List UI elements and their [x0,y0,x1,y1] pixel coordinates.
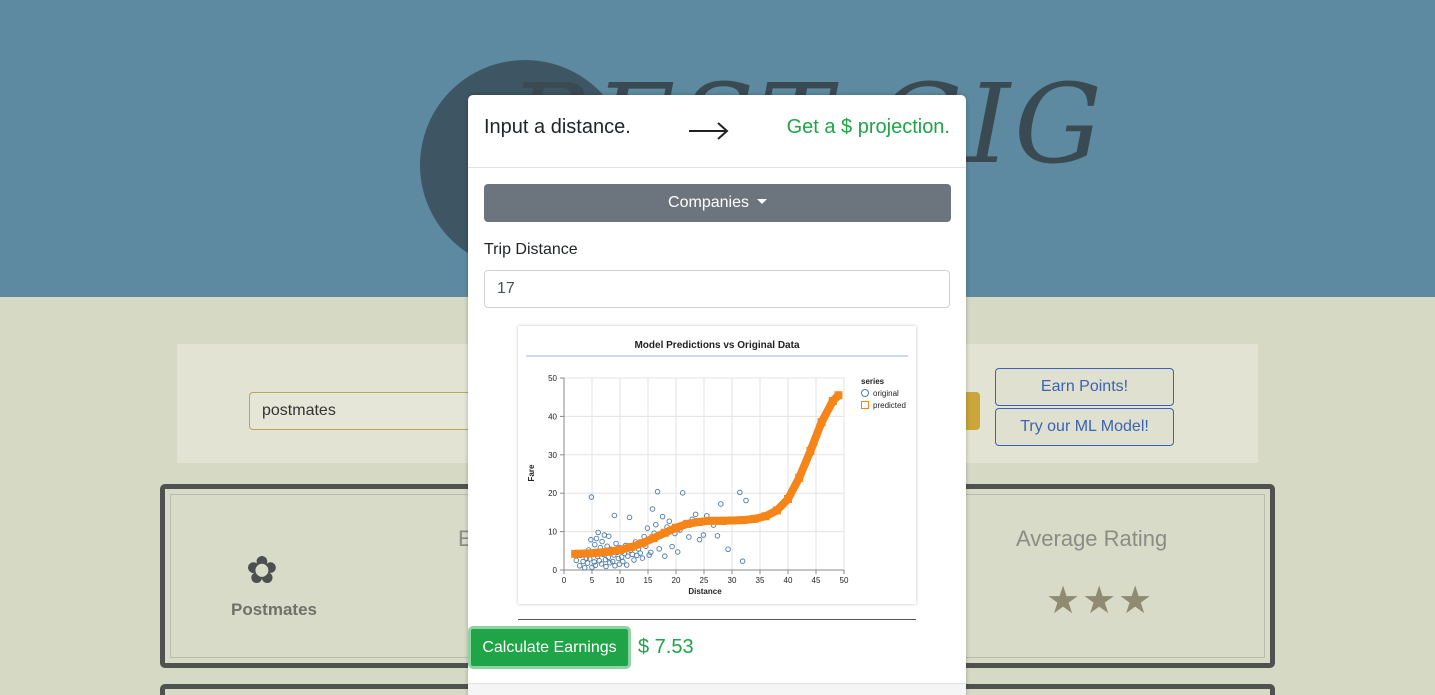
modal-header: Input a distance. Get a $ projection. [468,95,966,168]
x-tick-label: 10 [616,576,625,585]
original-point [737,489,743,496]
modal-footer [468,684,966,695]
predicted-curve [571,391,843,558]
rating-stars: ★★★ [1046,580,1155,622]
companies-dropdown-button[interactable]: Companies [484,184,951,222]
x-tick-label: 0 [562,576,567,585]
arrow-right-icon [689,122,729,140]
trip-distance-input[interactable] [484,270,950,308]
companies-dropdown-label: Companies [668,194,749,211]
original-point [656,546,662,552]
x-tick-label: 45 [812,576,821,585]
original-point [644,525,651,531]
earnings-result: $ 7.53 [638,636,694,658]
original-point [626,514,633,521]
original-point [666,518,673,524]
original-point [653,521,659,528]
x-axis-label: Distance [688,587,722,596]
original-point [739,558,746,564]
original-point [623,562,630,568]
original-point [592,541,598,548]
original-point [637,550,643,556]
original-point [576,563,583,569]
original-point [581,564,588,571]
x-tick-label: 25 [700,576,709,585]
caret-down-icon [756,199,767,204]
original-point [620,558,626,565]
original-point [700,532,707,538]
original-point [631,557,637,563]
chart-divider [518,619,916,620]
y-tick-label: 10 [548,528,557,537]
modal-header-projection-text: Get a $ projection. [786,116,950,138]
x-tick-label: 20 [672,576,681,585]
original-point [629,551,636,558]
legend-predicted-label: predicted [873,401,906,410]
y-tick-label: 40 [548,412,557,421]
original-point [692,511,699,518]
original-point [696,536,703,543]
original-point [613,540,619,547]
legend-original-label: original [873,389,899,398]
ml-model-modal: Input a distance. Get a $ projection. Co… [468,95,966,695]
company-search-input[interactable]: postmates [249,392,489,430]
chart-title: Model Predictions vs Original Data [634,340,799,351]
legend-original-swatch [861,389,869,397]
earn-points-button[interactable]: Earn Points! [995,368,1174,406]
modal-header-input-text: Input a distance. [484,116,631,138]
average-rating-title: Average Rating [1016,526,1168,551]
original-point [725,546,731,553]
y-tick-label: 0 [553,566,558,575]
try-ml-model-button[interactable]: Try our ML Model! [995,408,1174,446]
original-point [606,533,612,539]
x-tick-label: 5 [590,576,595,585]
original-point [599,538,605,545]
calculate-earnings-button[interactable]: Calculate Earnings [468,626,631,669]
company-name: Postmates [231,600,317,619]
original-point [718,501,724,507]
original-point [588,494,595,500]
prediction-chart: Model Predictions vs Original Data 0 5 10 1… [518,326,916,604]
x-tick-label: 40 [784,576,793,585]
original-point [593,535,600,542]
original-point [612,563,618,569]
y-tick-label: 50 [548,374,557,383]
original-point [603,563,609,570]
y-tick-label: 30 [548,451,557,460]
original-point [601,532,608,538]
original-point [662,553,668,559]
original-point [669,543,675,550]
x-tick-label: 50 [840,576,849,585]
legend-title: series [861,377,885,386]
y-tick-label: 20 [548,489,557,498]
trip-distance-label: Trip Distance [484,241,578,258]
original-point [639,555,646,561]
legend-predicted-swatch [861,401,869,409]
y-axis-label: Fare [527,464,536,481]
x-tick-label: 35 [756,576,765,585]
original-point [611,512,618,519]
original-point [595,529,601,536]
original-point [573,557,580,564]
original-point [743,497,749,504]
x-tick-label: 15 [644,576,653,585]
original-point [714,533,721,539]
original-point [649,506,656,512]
original-point [686,534,692,540]
original-point [659,513,666,520]
x-tick-label: 30 [728,576,737,585]
prediction-chart-svg: Model Predictions vs Original Data 0 5 10 1… [526,340,908,596]
postmates-logo-icon: ✿ [246,550,278,592]
original-point [607,559,613,566]
original-point [625,553,631,559]
